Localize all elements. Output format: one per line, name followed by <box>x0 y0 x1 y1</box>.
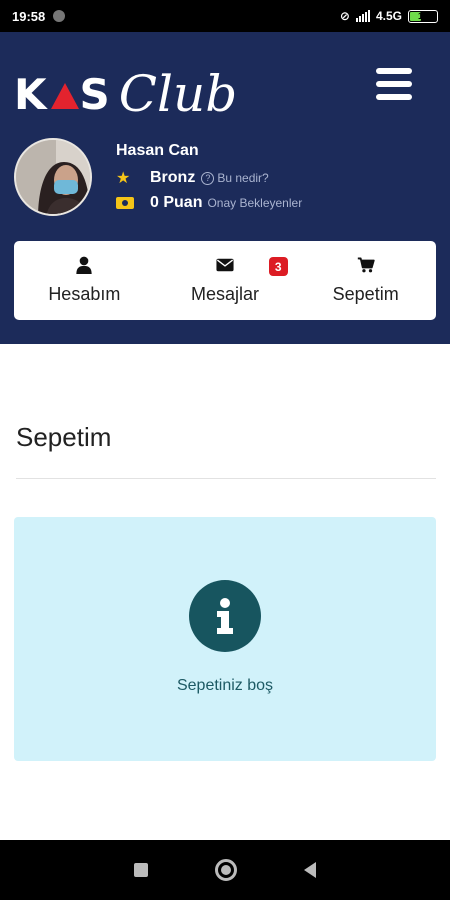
nav-item-hesabim[interactable]: Hesabım <box>14 241 155 320</box>
empty-cart-message: Sepetiniz boş <box>176 677 274 694</box>
pending-points-link[interactable]: Onay Bekleyenler <box>207 196 302 210</box>
logo-kas: KS <box>14 69 113 119</box>
envelope-icon <box>216 258 234 272</box>
points-label: 0 Puan <box>150 194 203 211</box>
signal-icon <box>355 10 370 22</box>
page-title: Sepetim <box>16 422 112 452</box>
avatar[interactable] <box>14 138 92 216</box>
money-icon <box>116 197 134 209</box>
avatar-photo <box>16 140 90 214</box>
network-type: 4.5G <box>375 9 402 23</box>
divider <box>16 478 436 479</box>
nav-item-sepetim[interactable]: Sepetim <box>295 241 436 320</box>
nav-label-hesabim: Hesabım <box>48 284 121 304</box>
status-time: 19:58 <box>12 8 46 24</box>
logo-triangle-icon <box>50 82 79 109</box>
rank-row: ★ Bronz ? Bu nedir? <box>116 168 269 188</box>
app-header: KS Club Hasan Can ★ Bronz ? Bu nedir? 0 … <box>0 32 450 344</box>
info-icon <box>189 580 261 652</box>
cart-icon <box>357 257 375 273</box>
battery-icon: 19 <box>408 9 438 23</box>
user-name: Hasan Can <box>116 142 199 159</box>
notification-icon <box>53 10 66 22</box>
rank-help-link[interactable]: Bu nedir? <box>217 171 268 185</box>
star-icon: ★ <box>116 170 131 187</box>
status-bar: 19:58 ⊘ 4.5G 19 <box>0 0 450 32</box>
empty-cart-alert: Sepetiniz boş <box>14 517 436 761</box>
rank-label: Bronz <box>150 169 196 186</box>
points-row: 0 Puan Onay Bekleyenler <box>116 194 302 212</box>
hamburger-menu-icon[interactable] <box>376 68 412 100</box>
back-button[interactable] <box>304 862 317 878</box>
account-nav: Hesabım Mesajlar 3 Sepetim <box>14 241 436 320</box>
alarm-off-icon: ⊘ <box>339 9 350 23</box>
nav-item-mesajlar[interactable]: Mesajlar 3 <box>155 241 296 320</box>
question-icon[interactable]: ? <box>201 171 215 185</box>
recents-button[interactable] <box>133 863 148 877</box>
battery-level: 19 <box>417 11 428 21</box>
info-glyph <box>217 598 233 634</box>
system-nav-bar <box>0 840 450 900</box>
logo-club: Club <box>118 65 238 123</box>
home-button[interactable] <box>214 859 237 881</box>
messages-badge: 3 <box>268 257 288 276</box>
nav-label-mesajlar: Mesajlar <box>190 284 260 304</box>
kasclub-logo[interactable]: KS Club <box>14 54 237 134</box>
nav-label-sepetim: Sepetim <box>332 284 399 304</box>
user-icon <box>76 256 92 274</box>
